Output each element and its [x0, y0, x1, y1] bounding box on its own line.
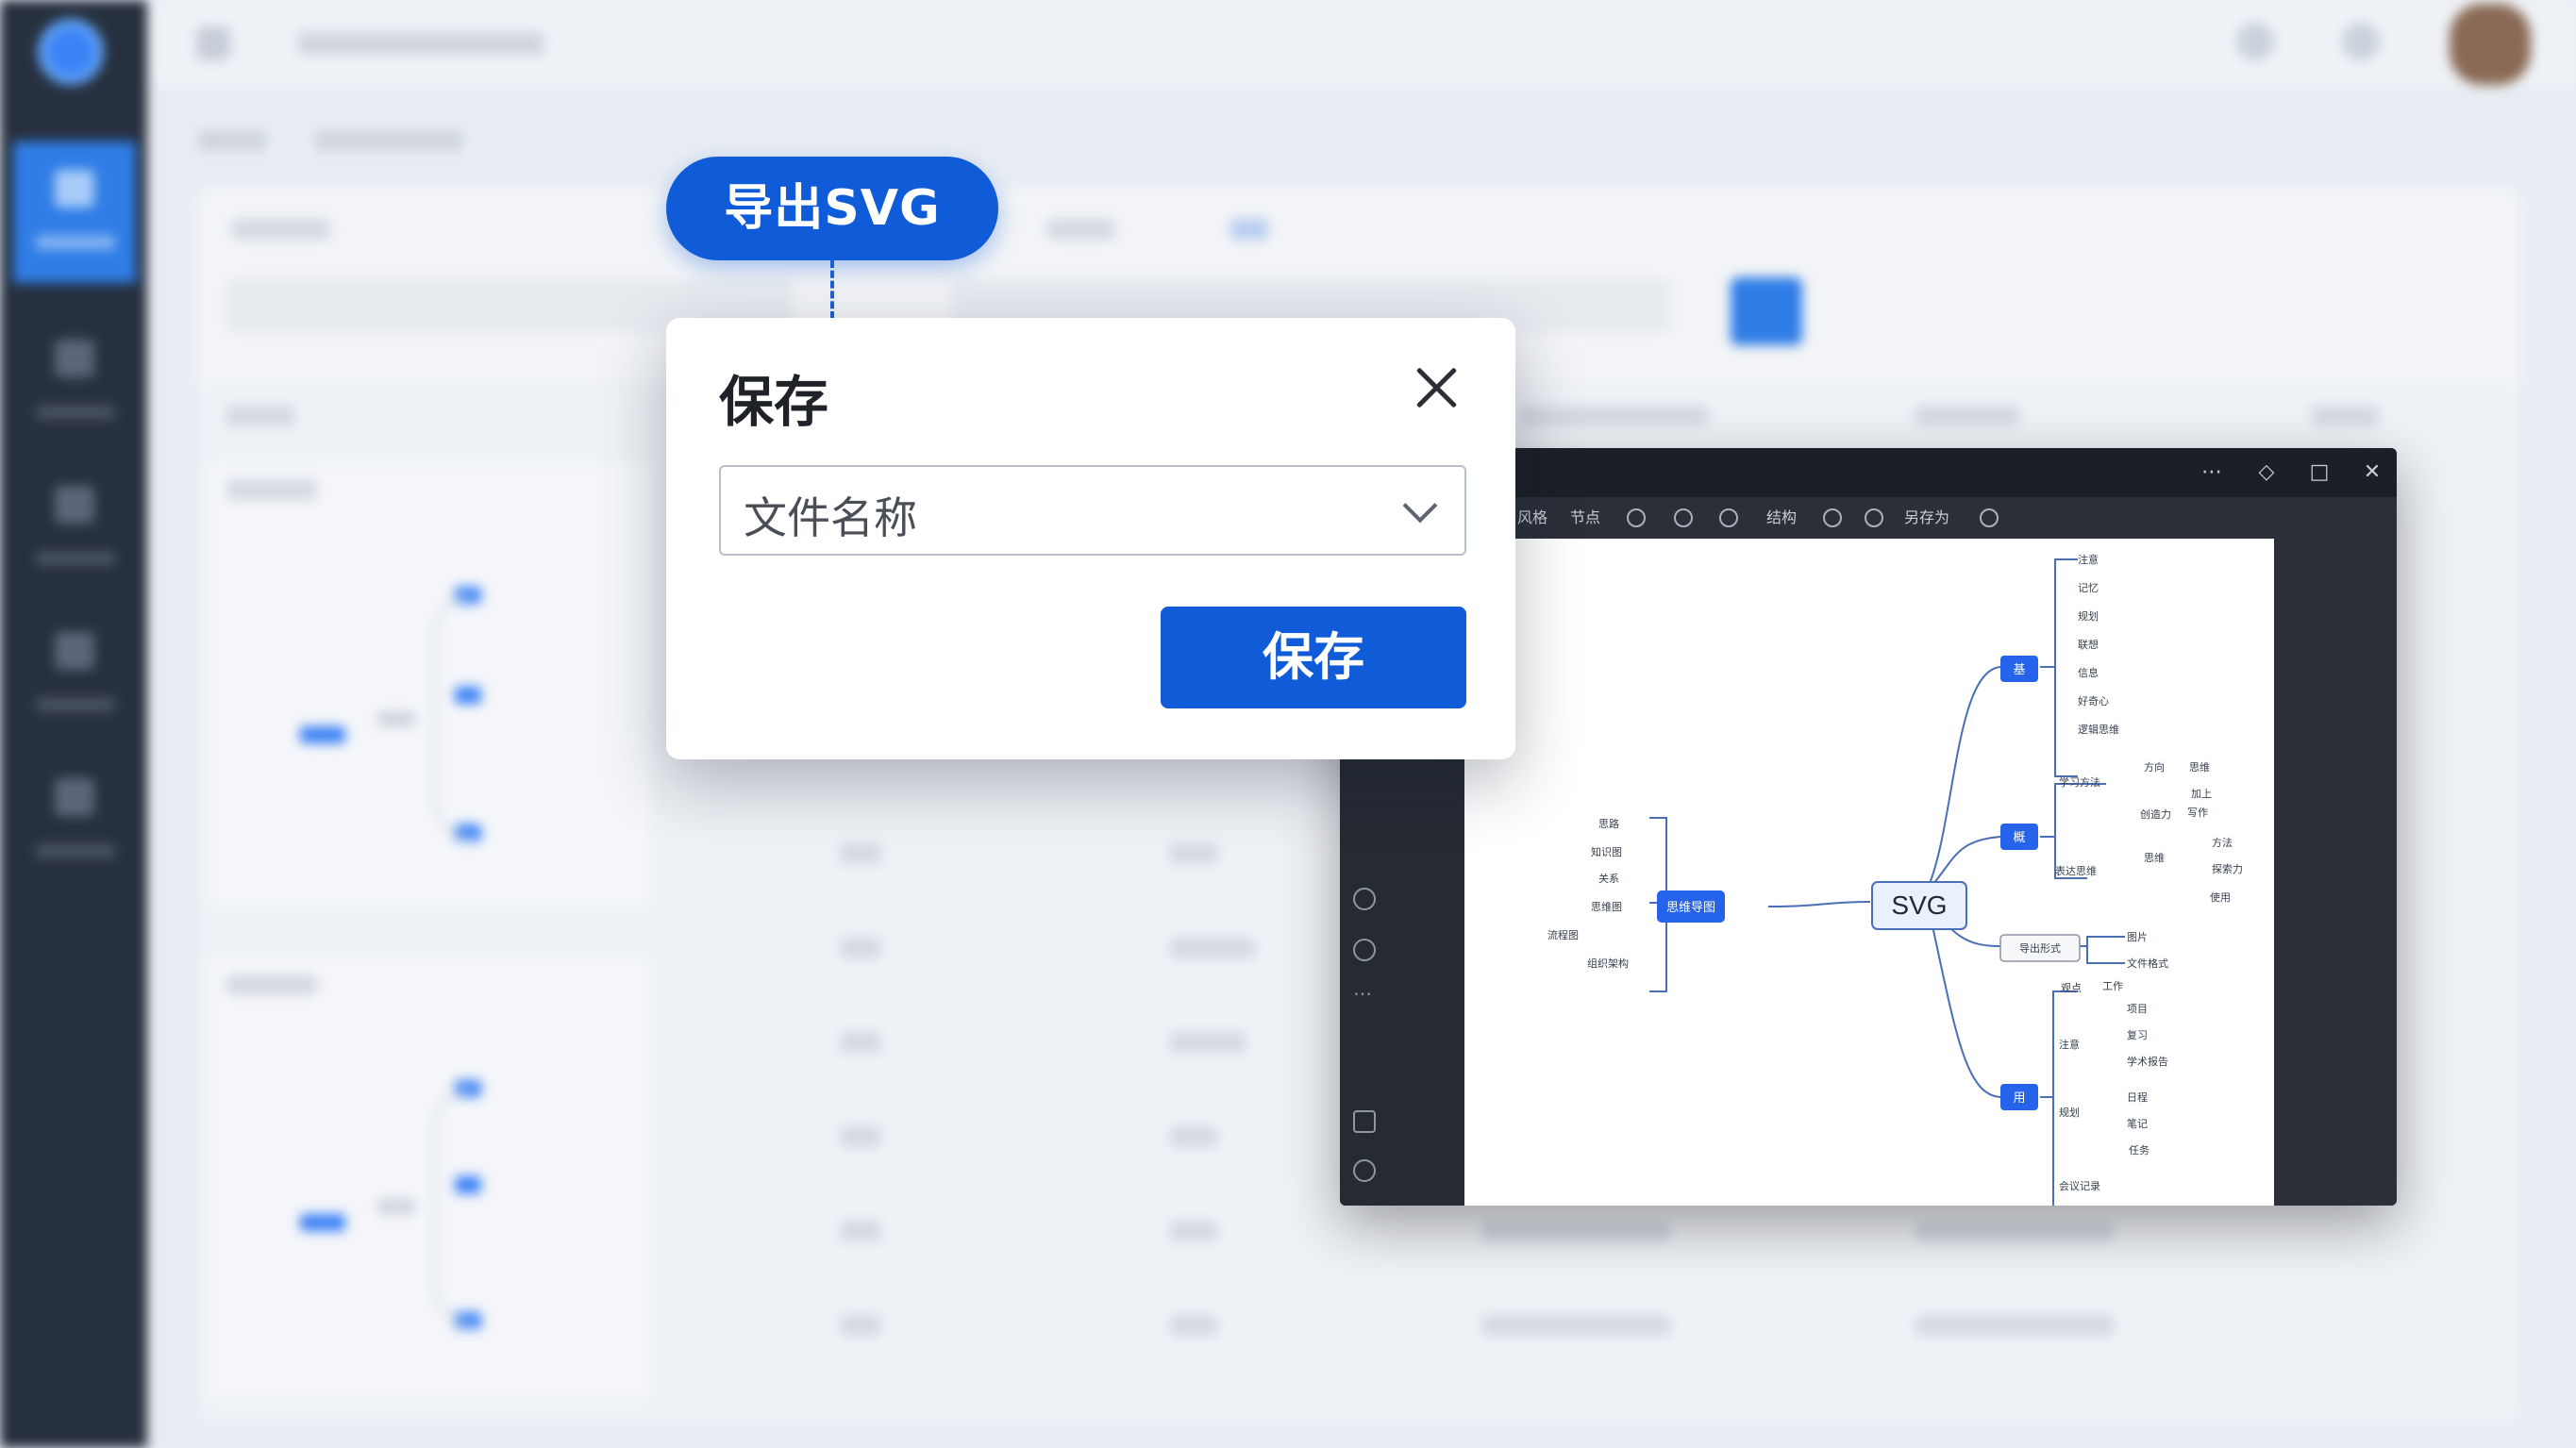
- left-leaf: 思路: [1598, 818, 1619, 830]
- branch-leaf: 探索力: [2212, 862, 2243, 875]
- branch-leaf: 任务: [2129, 1144, 2149, 1157]
- branch-leaf: 表达思维: [2055, 864, 2097, 877]
- branch-leaf: 联想: [2078, 638, 2099, 651]
- sidebar-icon: [55, 632, 94, 670]
- toolbar-structure[interactable]: 结构: [1766, 507, 1797, 529]
- close-icon[interactable]: ✕: [2359, 459, 2385, 486]
- left-branch-label: 思维导图: [1666, 901, 1715, 915]
- branch-leaf: 方向: [2144, 760, 2165, 774]
- branch-leaf: 笔记: [2127, 1117, 2148, 1130]
- back-icon[interactable]: [196, 26, 230, 60]
- more-icon[interactable]: ⋯: [1353, 982, 1372, 1005]
- home-icon: [55, 170, 94, 208]
- branch-leaf: 好奇心: [2078, 694, 2109, 707]
- save-dialog: 保存 文件名称 保存: [666, 318, 1515, 759]
- help-icon[interactable]: [2342, 23, 2380, 60]
- shield-icon[interactable]: ◇: [2253, 459, 2280, 486]
- branch-leaf: 方法: [2212, 836, 2233, 849]
- branch-leaf: 规划: [2059, 1106, 2080, 1119]
- undo-icon[interactable]: [1353, 888, 1376, 910]
- branch-leaf: 加上: [2191, 788, 2212, 800]
- mindmap-diagram: SVG 思维导图 思路 知识图 关系 思维图 流程图 组织架构 基 注意 记忆 …: [1547, 553, 2243, 1206]
- preview-card-2: [208, 957, 651, 1401]
- sidebar-item-home[interactable]: [13, 141, 136, 283]
- branch-leaf: 记忆: [2078, 582, 2099, 594]
- sidebar-item-2[interactable]: [13, 311, 136, 453]
- branch-leaf: 注意: [2059, 1038, 2080, 1051]
- page-title: [298, 32, 544, 55]
- toolbar-node[interactable]: 节点: [1570, 507, 1600, 529]
- screen: ⋯ ◇ □ ✕ 风格 节点 结构 另存为 ⋯ SVG 思维导图 思路 知识图 关…: [0, 0, 2576, 1448]
- sidebar-item-4[interactable]: [13, 604, 136, 745]
- save-button[interactable]: 保存: [1161, 607, 1466, 708]
- branch-label: 用: [2013, 1091, 2025, 1106]
- more-icon[interactable]: ⋯: [2199, 459, 2225, 486]
- zoom-icon[interactable]: [1980, 508, 1999, 527]
- branch-leaf: 项目: [2127, 1003, 2148, 1015]
- left-leaf: 组织架构: [1587, 957, 1629, 970]
- branch-leaf: 复习: [2127, 1028, 2148, 1041]
- left-leaf: 知识图: [1591, 845, 1622, 858]
- dialog-title: 保存: [719, 370, 829, 434]
- tag-icon[interactable]: [1865, 508, 1883, 527]
- sidebar-icon: [55, 340, 94, 377]
- sidebar: [0, 0, 147, 1448]
- branch-label: 基: [2013, 663, 2025, 677]
- editor-right-rail: [2274, 539, 2397, 1206]
- branch-leaf: 日程: [2127, 1091, 2148, 1104]
- search-button[interactable]: [1731, 277, 1802, 345]
- branch-leaf: 创造力: [2140, 807, 2171, 821]
- branch-leaf: 逻辑思维: [2078, 723, 2119, 736]
- branch-leaf: 工作: [2102, 980, 2123, 992]
- branch-leaf: 文件格式: [2127, 957, 2168, 970]
- callout-connector: [830, 260, 834, 319]
- branch-leaf: 写作: [2187, 807, 2208, 819]
- user-icon[interactable]: [2236, 23, 2274, 60]
- branch-leaf: 注意: [2078, 553, 2099, 566]
- clock-icon[interactable]: [1353, 1159, 1376, 1182]
- branch-label: 概: [2013, 831, 2025, 845]
- branch-leaf: 学术报告: [2127, 1055, 2168, 1068]
- filename-select[interactable]: 文件名称: [719, 465, 1466, 556]
- contrast-icon[interactable]: [1719, 508, 1738, 527]
- theme-icon[interactable]: [1627, 508, 1646, 527]
- close-icon[interactable]: [1408, 359, 1464, 416]
- branch-leaf: 思维: [2189, 761, 2210, 774]
- left-leaf: 思维图: [1591, 901, 1622, 913]
- branch-leaf: 使用: [2210, 891, 2231, 904]
- top-bar: [147, 0, 2576, 85]
- home-icon[interactable]: [1353, 1110, 1376, 1133]
- settings-icon[interactable]: [1823, 508, 1842, 527]
- chevron-down-icon: [1402, 488, 1438, 524]
- branch-leaf: 思维: [2144, 852, 2165, 864]
- app-logo-icon: [38, 19, 104, 85]
- maximize-icon[interactable]: □: [2306, 459, 2333, 486]
- branch-leaf: 会议记录: [2059, 1180, 2100, 1192]
- filename-value: 文件名称: [744, 492, 917, 543]
- left-leaf: 流程图: [1547, 928, 1579, 941]
- sidebar-item-3[interactable]: [13, 458, 136, 599]
- sidebar-item-5[interactable]: [13, 750, 136, 891]
- redo-icon[interactable]: [1353, 939, 1376, 961]
- sidebar-icon: [55, 778, 94, 816]
- mindmap-canvas[interactable]: SVG 思维导图 思路 知识图 关系 思维图 流程图 组织架构 基 注意 记忆 …: [1464, 539, 2274, 1206]
- branch-leaf: 图片: [2127, 931, 2148, 943]
- left-leaf: 关系: [1598, 872, 1619, 885]
- preview-card-1: [208, 462, 651, 906]
- export-svg-badge[interactable]: 导出SVG: [666, 157, 998, 260]
- branch-label: 导出形式: [2019, 941, 2061, 955]
- branch-leaf: 学习方法: [2059, 775, 2100, 789]
- avatar[interactable]: [2450, 4, 2531, 85]
- search-icon[interactable]: [1674, 508, 1693, 527]
- root-label: SVG: [1891, 890, 1947, 920]
- branch-leaf: 信息: [2078, 666, 2099, 679]
- branch-leaf: 规划: [2078, 609, 2099, 623]
- toolbar-style[interactable]: 风格: [1517, 507, 1547, 529]
- toolbar-save-as[interactable]: 另存为: [1904, 507, 1949, 529]
- branch-leaf: 观点: [2061, 982, 2082, 994]
- sidebar-icon: [55, 486, 94, 524]
